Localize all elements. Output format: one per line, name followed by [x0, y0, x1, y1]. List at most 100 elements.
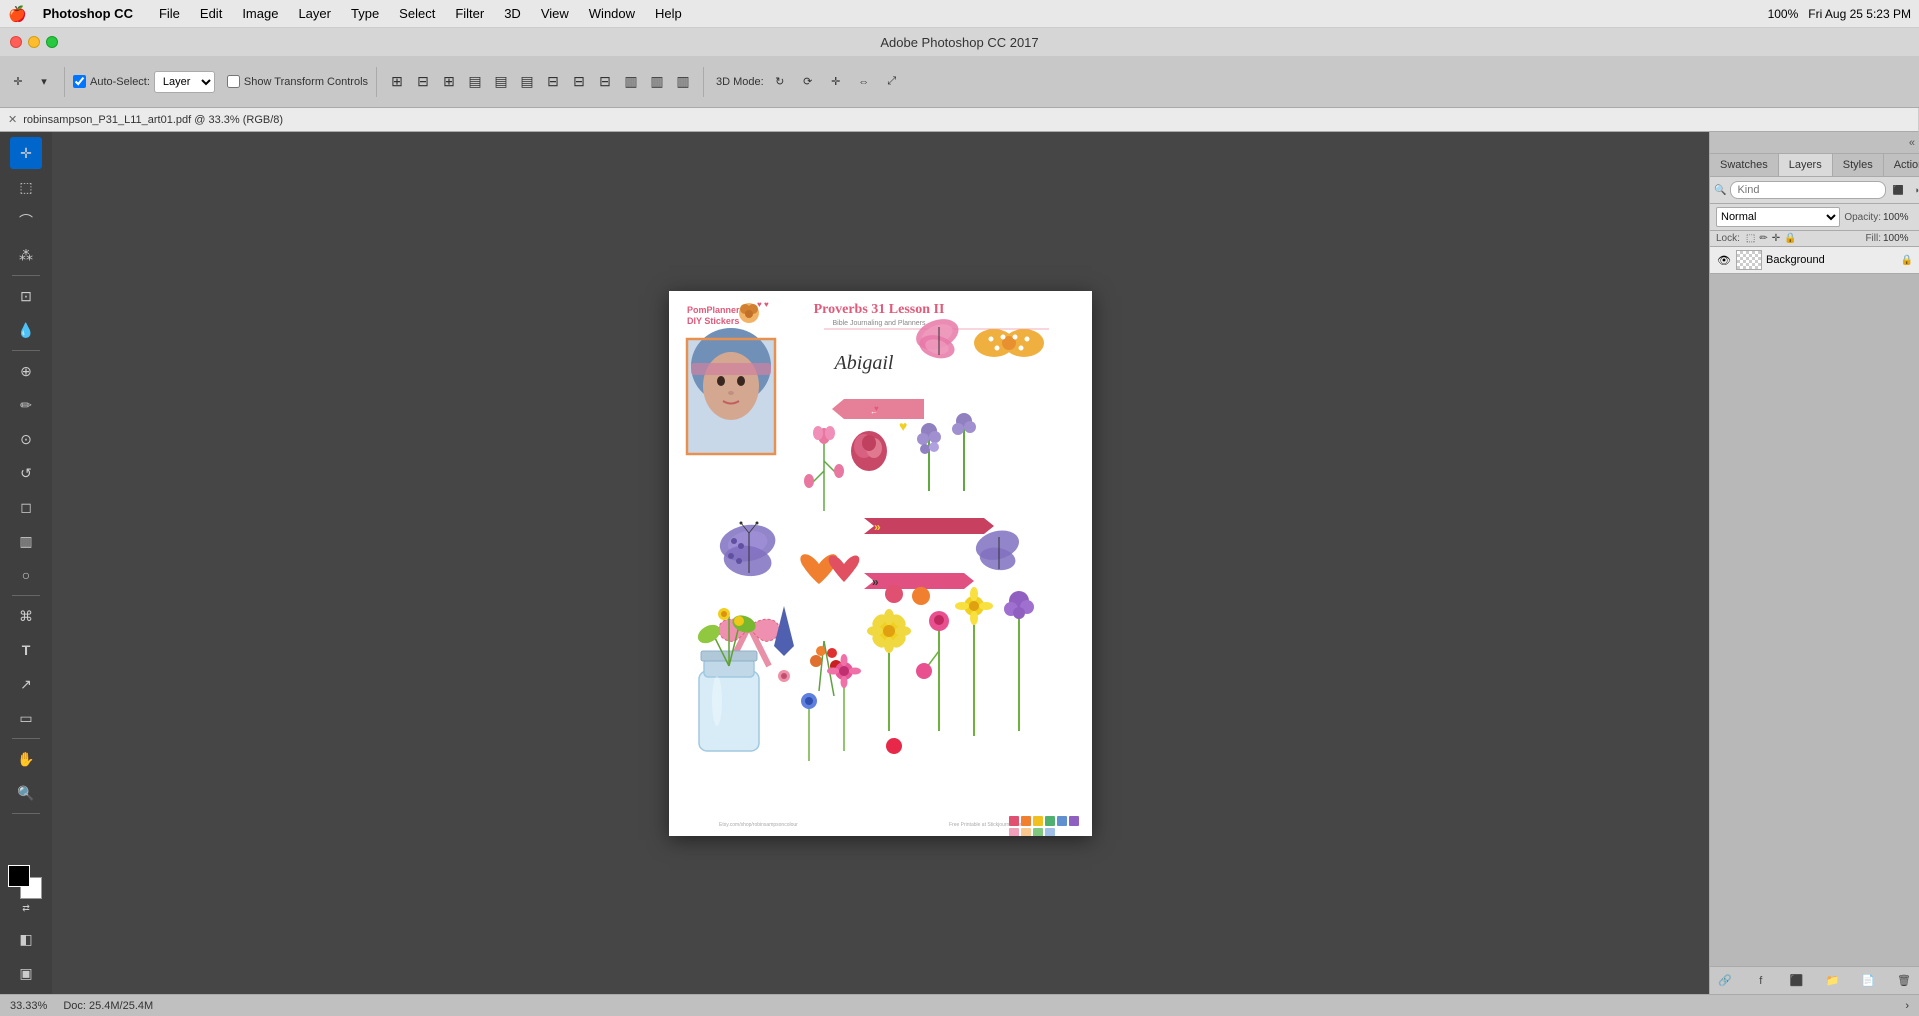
- status-right: ›: [1905, 1000, 1909, 1012]
- roll-3d[interactable]: ⟳: [796, 70, 820, 94]
- clone-tool[interactable]: ⊙: [10, 423, 42, 455]
- move-tool-button[interactable]: ✛: [6, 70, 30, 94]
- menu-edit[interactable]: Edit: [190, 4, 232, 23]
- move-tool[interactable]: ✛: [10, 137, 42, 169]
- healing-tool[interactable]: ⊕: [10, 355, 42, 387]
- screen-mode-toggle[interactable]: ▣: [10, 957, 42, 989]
- mode-3d-label: 3D Mode:: [716, 76, 764, 88]
- menu-filter[interactable]: Filter: [445, 4, 494, 23]
- swap-colors-icon[interactable]: ⇄: [22, 903, 30, 914]
- tab-styles[interactable]: Styles: [1833, 154, 1884, 176]
- panel-collapse-icon[interactable]: «: [1909, 137, 1915, 149]
- menubar-right: 100% Fri Aug 25 5:23 PM: [1768, 7, 1911, 21]
- transform-controls-checkbox[interactable]: [227, 75, 240, 88]
- path-select-tool[interactable]: ↗: [10, 668, 42, 700]
- lock-all-icon[interactable]: 🔒: [1784, 233, 1796, 244]
- quick-select-tool[interactable]: ⁂: [10, 239, 42, 271]
- zoom-tool[interactable]: 🔍: [10, 777, 42, 809]
- tab-swatches[interactable]: Swatches: [1710, 154, 1779, 176]
- menu-layer[interactable]: Layer: [288, 4, 341, 23]
- layer-visibility-toggle[interactable]: 👁: [1716, 252, 1732, 268]
- close-button[interactable]: [10, 36, 22, 48]
- opacity-group: Opacity: 100%: [1844, 212, 1913, 223]
- distribute-vcenter[interactable]: ⊟: [567, 70, 591, 94]
- gradient-tool[interactable]: ▥: [10, 525, 42, 557]
- layer-thumb-checker: [1737, 251, 1761, 269]
- distribute-top[interactable]: ⊟: [541, 70, 565, 94]
- new-layer-button[interactable]: 📄: [1859, 972, 1877, 990]
- align-top[interactable]: ⊞: [385, 70, 409, 94]
- slide-3d[interactable]: ⇔: [852, 70, 876, 94]
- layers-panel: 🔍 ⬛ ◑ T ▭ ⊙ Normal Multiply Screen Overl…: [1710, 177, 1919, 994]
- layers-search-input[interactable]: [1730, 181, 1886, 199]
- lasso-tool[interactable]: ⌒: [10, 205, 42, 237]
- distribute-hcenter[interactable]: ▥: [645, 70, 669, 94]
- layers-bottom-toolbar: 🔗 f ⬛ 📁 📄 🗑: [1710, 966, 1919, 994]
- rotate-3d[interactable]: ↻: [768, 70, 792, 94]
- zoom-level: 33.33%: [10, 1000, 47, 1012]
- menu-help[interactable]: Help: [645, 4, 692, 23]
- eyedropper-tool[interactable]: 💧: [10, 314, 42, 346]
- document-tab-title: robinsampson_P31_L11_art01.pdf @ 33.3% (…: [23, 114, 283, 126]
- lock-image-icon[interactable]: ✏: [1759, 233, 1767, 244]
- align-left[interactable]: ▤: [463, 70, 487, 94]
- crop-tool[interactable]: ⊡: [10, 280, 42, 312]
- filter-pixel-icon[interactable]: ⬛: [1890, 182, 1906, 198]
- align-buttons: ⊞ ⊟ ⊞ ▤ ▤ ▤ ⊟ ⊟ ⊟ ▥ ▥ ▥: [385, 70, 695, 94]
- align-hcenter[interactable]: ▤: [489, 70, 513, 94]
- autoselect-dropdown[interactable]: Layer Group: [154, 71, 215, 93]
- link-layers-button[interactable]: 🔗: [1716, 972, 1734, 990]
- new-group-button[interactable]: 📁: [1823, 972, 1841, 990]
- lock-transparent-icon[interactable]: ⬚: [1746, 233, 1755, 244]
- menu-type[interactable]: Type: [341, 4, 389, 23]
- opacity-value: 100%: [1883, 212, 1913, 223]
- lock-label: Lock:: [1716, 233, 1740, 244]
- canvas-area[interactable]: PomPlanner DIY Stickers ♥ ♥ Proverbs 31 …: [52, 132, 1709, 994]
- apple-logo[interactable]: 🍎: [8, 5, 27, 23]
- minimize-button[interactable]: [28, 36, 40, 48]
- menu-select[interactable]: Select: [389, 4, 445, 23]
- tab-close-icon[interactable]: ✕: [8, 113, 17, 126]
- fill-value: 100%: [1883, 233, 1913, 244]
- rectangle-tool[interactable]: ▭: [10, 702, 42, 734]
- pan-3d[interactable]: ✛: [824, 70, 848, 94]
- move-tool-arrow[interactable]: ▾: [32, 70, 56, 94]
- tab-actions[interactable]: Actions: [1884, 154, 1919, 176]
- blend-mode-dropdown[interactable]: Normal Multiply Screen Overlay: [1716, 207, 1840, 227]
- dodge-tool[interactable]: ○: [10, 559, 42, 591]
- menu-file[interactable]: File: [149, 4, 190, 23]
- opacity-label: Opacity:: [1844, 212, 1881, 223]
- quick-mask-toggle[interactable]: ◧: [10, 923, 42, 955]
- scale-3d[interactable]: ⤢: [880, 70, 904, 94]
- maximize-button[interactable]: [46, 36, 58, 48]
- marquee-tool[interactable]: ⬚: [10, 171, 42, 203]
- distribute-right[interactable]: ▥: [671, 70, 695, 94]
- type-tool[interactable]: T: [10, 634, 42, 666]
- menu-window[interactable]: Window: [579, 4, 645, 23]
- history-brush-tool[interactable]: ↺: [10, 457, 42, 489]
- panel-tabs: Swatches Layers Styles Actions ≡: [1710, 154, 1919, 177]
- hand-tool[interactable]: ✋: [10, 743, 42, 775]
- menu-3d[interactable]: 3D: [494, 4, 531, 23]
- distribute-left[interactable]: ▥: [619, 70, 643, 94]
- tab-layers[interactable]: Layers: [1779, 154, 1833, 176]
- menu-view[interactable]: View: [531, 4, 579, 23]
- brush-tool[interactable]: ✏: [10, 389, 42, 421]
- delete-layer-button[interactable]: 🗑: [1895, 972, 1913, 990]
- lock-position-icon[interactable]: ✛: [1772, 233, 1780, 244]
- distribute-bottom[interactable]: ⊟: [593, 70, 617, 94]
- foreground-color-swatch[interactable]: [8, 865, 30, 887]
- add-style-button[interactable]: f: [1752, 972, 1770, 990]
- layer-item[interactable]: 👁 Background 🔒: [1710, 247, 1919, 274]
- eraser-tool[interactable]: ◻: [10, 491, 42, 523]
- filter-adjustment-icon[interactable]: ◑: [1908, 182, 1919, 198]
- align-bottom[interactable]: ⊞: [437, 70, 461, 94]
- status-arrow[interactable]: ›: [1905, 1000, 1909, 1012]
- add-mask-button[interactable]: ⬛: [1788, 972, 1806, 990]
- autoselect-checkbox[interactable]: [73, 75, 86, 88]
- toolbar: ✛ ▾ Auto-Select: Layer Group Show Transf…: [0, 56, 1919, 108]
- pen-tool[interactable]: ⌘: [10, 600, 42, 632]
- menu-image[interactable]: Image: [232, 4, 288, 23]
- align-right[interactable]: ▤: [515, 70, 539, 94]
- align-vcenter[interactable]: ⊟: [411, 70, 435, 94]
